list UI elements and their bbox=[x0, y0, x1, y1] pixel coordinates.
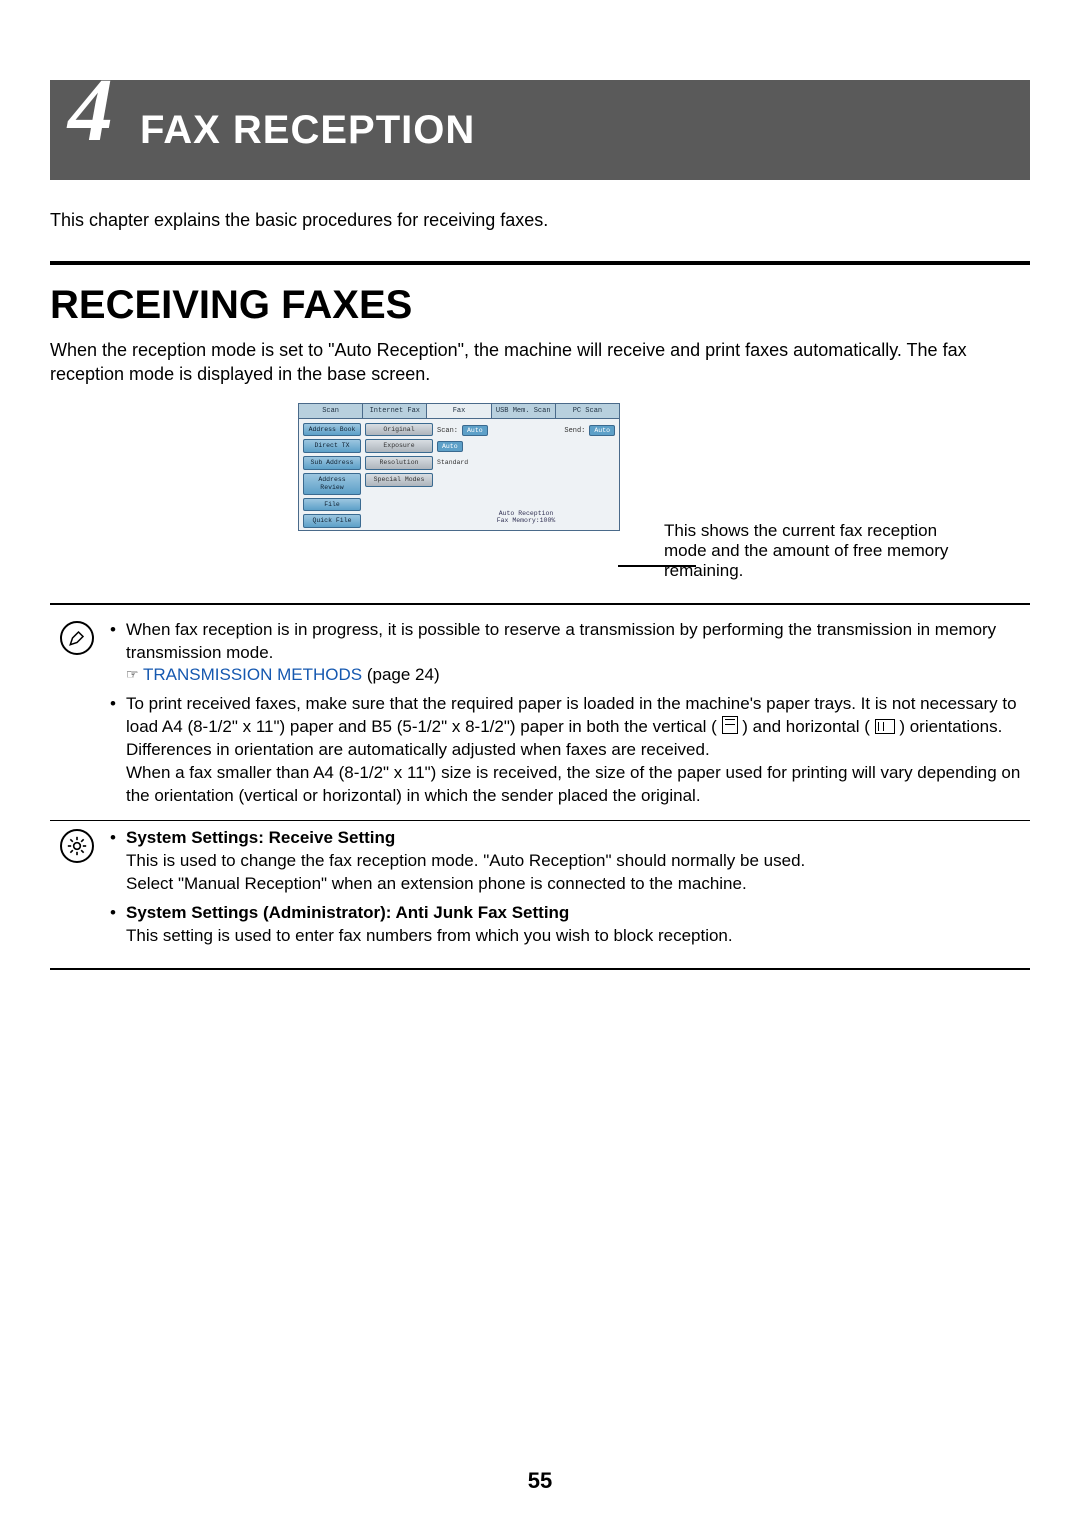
scan-send-row: Scan: Auto Send: Auto bbox=[437, 423, 615, 439]
chapter-title-bar: 4 FAX RECEPTION bbox=[50, 80, 1030, 180]
pen-icon bbox=[60, 621, 94, 655]
exposure-value[interactable]: Auto bbox=[437, 441, 463, 452]
chapter-number: 4 bbox=[68, 66, 113, 156]
note-settings-body: System Settings: Receive Setting This is… bbox=[100, 827, 1026, 954]
callout-text: This shows the current fax reception mod… bbox=[664, 521, 974, 581]
screen-body: Address Book Direct TX Sub Address Addre… bbox=[299, 419, 619, 531]
tab-fax[interactable]: Fax bbox=[427, 404, 491, 418]
note-icon-cell bbox=[54, 619, 100, 655]
gear-svg bbox=[67, 836, 87, 856]
direct-tx-button[interactable]: Direct TX bbox=[303, 439, 361, 453]
scan-value[interactable]: Auto bbox=[462, 425, 488, 436]
exposure-button[interactable]: Exposure bbox=[365, 439, 433, 453]
screen-right-area: Scan: Auto Send: Auto Auto Standard Auto… bbox=[437, 423, 615, 529]
section-rule bbox=[50, 261, 1030, 265]
setting-2-title: System Settings (Administrator): Anti Ju… bbox=[126, 903, 569, 922]
note-info-row: When fax reception is in progress, it is… bbox=[50, 613, 1030, 821]
setting-1-line-2: Select "Manual Reception" when an extens… bbox=[126, 874, 747, 893]
tab-scan[interactable]: Scan bbox=[299, 404, 363, 418]
section-paragraph: When the reception mode is set to "Auto … bbox=[50, 338, 1030, 387]
resolution-button[interactable]: Resolution bbox=[365, 456, 433, 470]
quick-file-button[interactable]: Quick File bbox=[303, 514, 361, 528]
page: 4 FAX RECEPTION This chapter explains th… bbox=[0, 0, 1080, 1528]
fax-screen: Scan Internet Fax Fax USB Mem. Scan PC S… bbox=[298, 403, 620, 532]
sub-address-button[interactable]: Sub Address bbox=[303, 456, 361, 470]
tab-internet-fax[interactable]: Internet Fax bbox=[363, 404, 427, 418]
note-info-text-1: When fax reception is in progress, it is… bbox=[126, 620, 996, 662]
exposure-value-row: Auto bbox=[437, 439, 615, 455]
link-suffix: (page 24) bbox=[362, 665, 440, 684]
setting-1-title: System Settings: Receive Setting bbox=[126, 828, 395, 847]
note2-mid: ) and horizontal ( bbox=[742, 717, 870, 736]
note-settings-row: System Settings: Receive Setting This is… bbox=[50, 820, 1030, 960]
address-book-button[interactable]: Address Book bbox=[303, 423, 361, 437]
setting-2-line-1: This setting is used to enter fax number… bbox=[126, 926, 733, 945]
note-icon-cell-2 bbox=[54, 827, 100, 863]
portrait-orientation-icon bbox=[722, 716, 738, 734]
resolution-value-row: Standard bbox=[437, 455, 615, 471]
resolution-value: Standard bbox=[437, 459, 468, 466]
address-review-button[interactable]: Address Review bbox=[303, 473, 361, 495]
screen-illustration-row: Scan Internet Fax Fax USB Mem. Scan PC S… bbox=[50, 403, 1030, 581]
note2-extra: When a fax smaller than A4 (8-1/2" x 11"… bbox=[126, 763, 1020, 805]
chapter-intro: This chapter explains the basic procedur… bbox=[50, 210, 1030, 231]
setting-1-line-1: This is used to change the fax reception… bbox=[126, 851, 805, 870]
scan-label: Scan: bbox=[437, 427, 458, 435]
chapter-title: FAX RECEPTION bbox=[140, 108, 475, 153]
screen-mid-column: Original Exposure Resolution Special Mod… bbox=[365, 423, 433, 529]
note-setting-item-2: System Settings (Administrator): Anti Ju… bbox=[116, 902, 1026, 948]
fax-memory-status: Fax Memory:100% bbox=[437, 517, 615, 524]
tab-pc-scan[interactable]: PC Scan bbox=[556, 404, 619, 418]
pen-svg bbox=[68, 629, 86, 647]
pointer-icon: ☞ bbox=[126, 665, 139, 684]
special-modes-button[interactable]: Special Modes bbox=[365, 473, 433, 487]
page-number: 55 bbox=[0, 1468, 1080, 1494]
file-button[interactable]: File bbox=[303, 498, 361, 512]
send-label: Send: bbox=[564, 427, 585, 435]
screen-tabs: Scan Internet Fax Fax USB Mem. Scan PC S… bbox=[299, 404, 619, 419]
tab-usb-mem-scan[interactable]: USB Mem. Scan bbox=[492, 404, 556, 418]
status-block: Auto Reception Fax Memory:100% bbox=[437, 508, 615, 528]
notes-box: When fax reception is in progress, it is… bbox=[50, 603, 1030, 970]
gear-icon bbox=[60, 829, 94, 863]
note-info-item-2: To print received faxes, make sure that … bbox=[116, 693, 1026, 808]
note-setting-item-1: System Settings: Receive Setting This is… bbox=[116, 827, 1026, 896]
landscape-orientation-icon bbox=[875, 719, 895, 734]
section-heading: RECEIVING FAXES bbox=[50, 283, 1030, 328]
send-value[interactable]: Auto bbox=[589, 425, 615, 436]
original-button[interactable]: Original bbox=[365, 423, 433, 437]
note-info-body: When fax reception is in progress, it is… bbox=[100, 619, 1026, 815]
screen-left-column: Address Book Direct TX Sub Address Addre… bbox=[303, 423, 361, 529]
reception-mode-status: Auto Reception bbox=[437, 510, 615, 517]
transmission-methods-link[interactable]: TRANSMISSION METHODS bbox=[143, 665, 362, 684]
note-info-item-1: When fax reception is in progress, it is… bbox=[116, 619, 1026, 688]
